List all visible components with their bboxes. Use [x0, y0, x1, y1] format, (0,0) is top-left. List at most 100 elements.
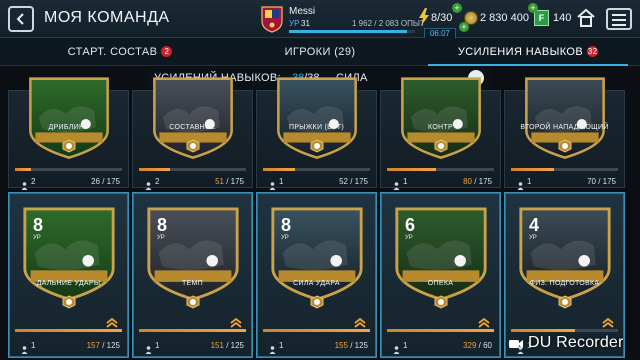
player-count-icon — [269, 346, 276, 354]
tab-players[interactable]: ИГРОКИ (29) — [225, 38, 415, 66]
skill-name: ВТОРОЙ НАПАДАЮЩИЙ — [520, 124, 609, 131]
xp-current: 26 — [91, 177, 100, 186]
football-emblem-icon — [62, 295, 75, 309]
back-button[interactable] — [8, 6, 34, 32]
skill-level: 8 — [281, 215, 292, 235]
skill-card[interactable]: 8 УР ДАЛЬНИЕ УДАРЫ 1 157 / 125 — [8, 192, 129, 358]
skill-progress-fill — [263, 329, 370, 332]
football-emblem-icon — [310, 139, 323, 153]
menu-icon[interactable] — [606, 8, 632, 30]
lightning-icon — [419, 8, 429, 26]
skill-progress-fill — [139, 168, 171, 171]
store-icon[interactable] — [576, 8, 596, 28]
boost-count: 1 — [403, 177, 408, 186]
skill-name: ОПЕКА — [427, 280, 454, 287]
xp-total: / 175 — [226, 177, 244, 186]
xp-total: / 60 — [478, 341, 492, 350]
skill-progress-fill — [263, 168, 295, 171]
football-emblem-icon — [310, 295, 323, 309]
xp-progress-fill — [289, 30, 408, 33]
football-emblem-icon — [558, 139, 571, 153]
xp-total: / 125 — [102, 341, 120, 350]
tab-label: УСИЛЕНИЯ НАВЫКОВ — [457, 46, 584, 58]
recorder-watermark: DU Recorder — [508, 330, 640, 358]
skill-level: 8 — [33, 215, 44, 235]
xp-current: 80 — [463, 177, 472, 186]
skill-xp: 52 / 175 — [339, 177, 368, 186]
upgrade-chevron-icon — [354, 317, 366, 328]
fifa-points-balance: 140 — [553, 12, 572, 24]
skill-card[interactable]: ДРИБЛИНГ 2 26 / 175 — [8, 77, 129, 190]
skill-level: 6 — [405, 215, 416, 235]
add-points-plus-icon[interactable]: + — [528, 3, 538, 13]
skill-progress-bar — [15, 329, 122, 332]
xp-progress-bar — [289, 30, 415, 33]
tab-starting-lineup[interactable]: СТАРТ. СОСТАВ 2 — [30, 38, 210, 66]
skill-xp: 70 / 175 — [587, 177, 616, 186]
boost-count: 1 — [403, 341, 408, 350]
skill-xp: 329 / 60 — [463, 341, 492, 350]
skill-card[interactable]: СОСТАВНОЕ 2 51 / 175 — [132, 77, 253, 190]
player-name: Messi — [289, 6, 316, 17]
skill-name: КОНТР — [428, 124, 453, 131]
skill-progress-fill — [139, 329, 246, 332]
skill-boost-grid: ДРИБЛИНГ 2 26 / 175 СОСТАВНОЕ 2 51 / 175 П… — [0, 77, 640, 360]
skill-progress-fill — [387, 329, 494, 332]
skill-card[interactable]: ВТОРОЙ НАПАДАЮЩИЙ 1 70 / 175 — [504, 77, 625, 190]
notification-badge: 32 — [587, 46, 599, 57]
skill-progress-bar — [387, 329, 494, 332]
skill-name: ФИЗ. ПОДГОТОВКА — [529, 280, 600, 287]
club-crest-icon[interactable] — [260, 5, 284, 33]
level-label: УР — [289, 19, 300, 28]
skill-progress-bar — [263, 329, 370, 332]
xp-current: 70 — [587, 177, 596, 186]
player-count-icon — [393, 346, 400, 354]
player-count-icon — [145, 182, 152, 190]
player-count-icon — [21, 346, 28, 354]
football-emblem-icon — [62, 139, 75, 153]
add-energy-plus-icon[interactable]: + — [452, 3, 462, 13]
player-count-icon — [21, 182, 28, 190]
player-count-icon — [269, 182, 276, 190]
skill-name: ТЕМП — [181, 280, 203, 287]
page-title: МОЯ КОМАНДА — [44, 9, 170, 26]
football-emblem-icon — [434, 295, 447, 309]
xp-current: 157 — [86, 341, 100, 350]
skill-card[interactable]: КОНТР 1 80 / 175 — [380, 77, 501, 190]
skill-progress-bar — [387, 168, 494, 171]
football-emblem-icon — [558, 295, 571, 309]
video-camera-icon — [509, 340, 523, 348]
upgrade-chevron-icon — [230, 317, 242, 328]
level-abbr: УР — [405, 235, 413, 241]
tab-label: СТАРТ. СОСТАВ — [67, 46, 158, 58]
skill-progress-bar — [511, 168, 618, 171]
notification-badge: 2 — [161, 46, 173, 57]
skill-name: СОСТАВНОЕ — [169, 124, 216, 131]
skill-xp: 80 / 175 — [463, 177, 492, 186]
skill-card[interactable]: 8 УР ТЕМП 1 151 / 125 — [132, 192, 253, 358]
skill-level: 4 — [529, 215, 540, 235]
watermark-text: DU Recorder — [528, 334, 624, 351]
skill-name: ПРЫЖКИ (ВРТ) — [289, 124, 344, 131]
football-emblem-icon — [186, 295, 199, 309]
skill-progress-fill — [511, 168, 554, 171]
coins-balance: 2 830 400 — [480, 12, 529, 24]
boost-count: 1 — [155, 341, 160, 350]
skill-card[interactable]: ПРЫЖКИ (ВРТ) 1 52 / 175 — [256, 77, 377, 190]
tab-skill-boosts[interactable]: УСИЛЕНИЯ НАВЫКОВ 32 — [428, 38, 628, 66]
skill-card[interactable]: 8 УР СИЛА УДАРА 1 155 / 125 — [256, 192, 377, 358]
skill-name: ДРИБЛИНГ — [48, 124, 89, 131]
player-count-icon — [393, 182, 400, 190]
level-abbr: УР — [33, 235, 41, 241]
football-emblem-icon — [434, 139, 447, 153]
skill-xp: 151 / 125 — [211, 341, 244, 350]
boost-count: 2 — [155, 177, 160, 186]
energy-counter: 8/30 — [431, 12, 453, 24]
skill-progress-fill — [387, 168, 436, 171]
level-abbr: УР — [281, 235, 289, 241]
upgrade-chevron-icon — [106, 317, 118, 328]
add-coins-plus-icon[interactable]: + — [459, 22, 469, 32]
skill-progress-bar — [139, 168, 246, 171]
skill-card[interactable]: 6 УР ОПЕКА 1 329 / 60 — [380, 192, 501, 358]
player-count-icon — [517, 182, 524, 190]
